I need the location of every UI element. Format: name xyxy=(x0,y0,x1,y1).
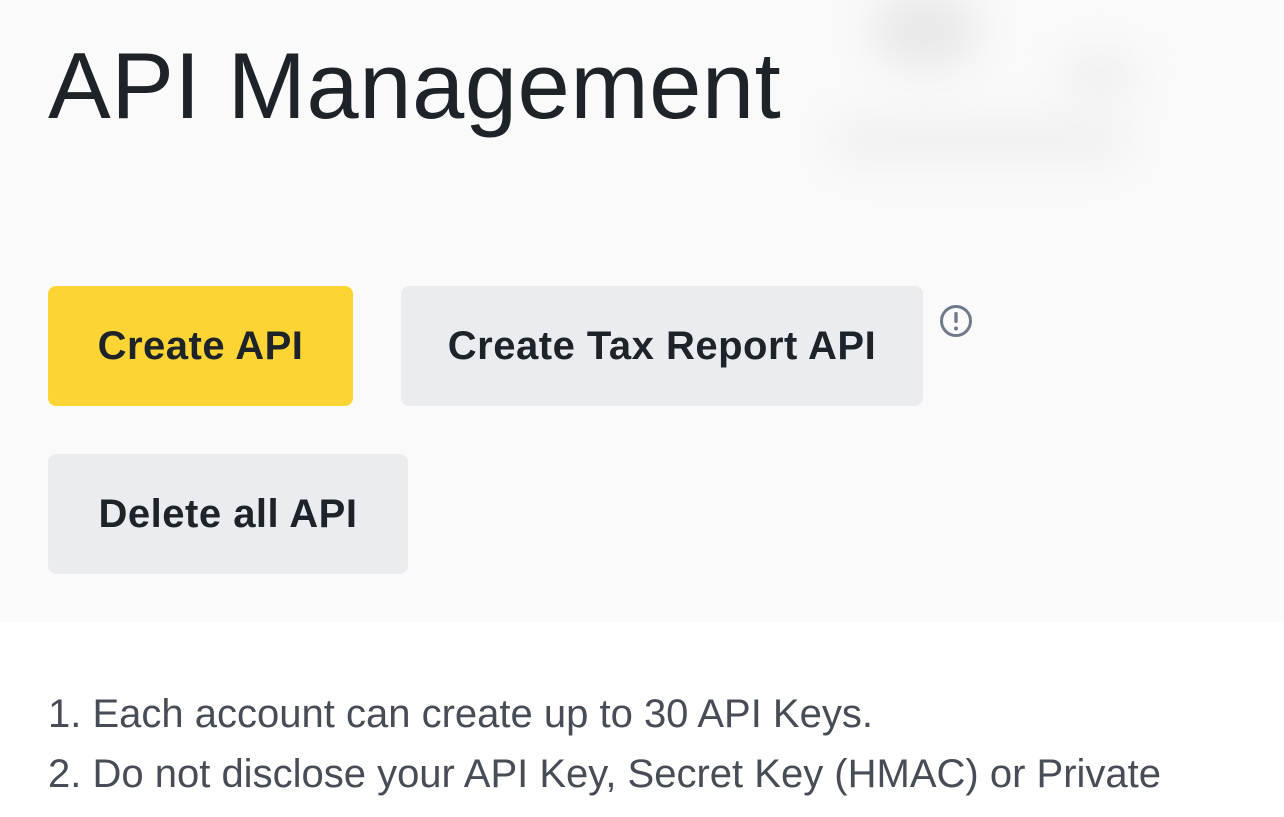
list-item: 1. Each account can create up to 30 API … xyxy=(48,692,873,736)
header-panel: API Management Create API Create Tax Rep… xyxy=(0,0,1284,622)
api-notes-list: 1. Each account can create up to 30 API … xyxy=(48,684,1248,804)
delete-all-api-button[interactable]: Delete all API xyxy=(48,454,408,574)
blurred-background-decoration xyxy=(830,120,1130,160)
exclamation-circle-icon-svg xyxy=(940,305,972,337)
create-api-button[interactable]: Create API xyxy=(48,286,353,406)
exclamation-circle-icon[interactable] xyxy=(939,304,973,338)
blurred-background-decoration xyxy=(1060,55,1140,95)
list-item: 2. Do not disclose your API Key, Secret … xyxy=(48,752,1162,796)
create-tax-report-api-button[interactable]: Create Tax Report API xyxy=(401,286,923,406)
page-title: API Management xyxy=(48,33,782,138)
api-management-page: API Management Create API Create Tax Rep… xyxy=(0,0,1284,817)
blurred-background-decoration xyxy=(870,0,980,70)
